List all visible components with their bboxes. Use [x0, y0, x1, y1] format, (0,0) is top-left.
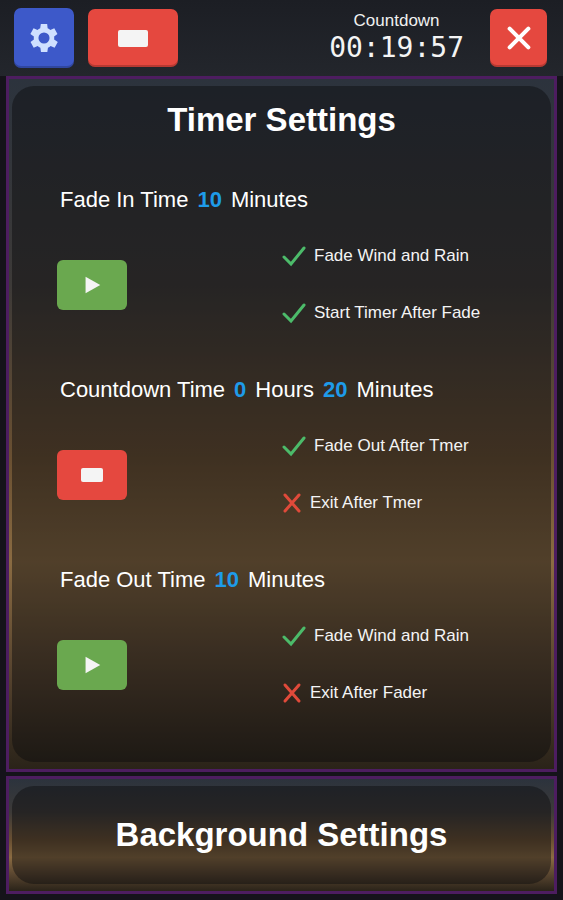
value[interactable]: 0 — [234, 377, 246, 403]
play-icon — [81, 654, 103, 676]
timer-settings-title: Timer Settings — [12, 100, 551, 140]
option-item[interactable]: Exit After Tmer — [282, 490, 551, 516]
cross-icon — [282, 682, 302, 704]
play-button[interactable] — [57, 260, 127, 310]
close-button[interactable] — [490, 9, 547, 67]
option-label: Fade Out After Tmer — [314, 436, 469, 456]
app-screen: Countdown00:19:57 Timer Settings Fade In T… — [0, 0, 563, 900]
section-content: Fade Wind and Rain Exit After Fader — [12, 623, 551, 706]
label-text: Countdown Time — [60, 377, 225, 403]
background-settings-title: Background Settings — [12, 815, 551, 855]
countdown: Countdown00:19:57 — [329, 11, 464, 65]
option-label: Start Timer After Fade — [314, 303, 480, 323]
option-list: Fade Wind and Rain Exit After Fader — [282, 623, 551, 706]
section-label: Countdown Time 0 Hours 20 Minutes — [12, 370, 551, 410]
timer-section: Fade Out Time 10 Minutes Fade Wind and Rain… — [12, 560, 551, 706]
section-label: Fade Out Time 10 Minutes — [12, 560, 551, 600]
play-button[interactable] — [57, 640, 127, 690]
timer-settings-panel: Timer SettingsFade In Time10MinutesFade … — [12, 86, 551, 762]
countdown-value: 00:19:57 — [329, 31, 464, 65]
option-item[interactable]: Fade Wind and Rain — [282, 243, 551, 269]
unit: Minutes — [357, 377, 434, 403]
background-settings-panel[interactable]: Background Settings — [12, 786, 551, 884]
value[interactable]: 10 — [197, 187, 221, 213]
option-item[interactable]: Fade Out After Tmer — [282, 433, 551, 459]
background-settings-frame: Background Settings — [6, 776, 557, 894]
check-icon — [282, 302, 306, 324]
close-icon — [505, 24, 533, 52]
label-text: Fade In Time — [60, 187, 188, 213]
option-item[interactable]: Start Timer After Fade — [282, 300, 551, 326]
play-icon — [81, 274, 103, 296]
stop-button[interactable] — [57, 450, 127, 500]
value[interactable]: 20 — [323, 377, 347, 403]
check-icon — [282, 435, 306, 457]
option-label: Fade Wind and Rain — [314, 246, 469, 266]
settings-button[interactable] — [14, 8, 74, 68]
option-list: Fade Out After Tmer Exit After Tmer — [282, 433, 551, 516]
stop-button[interactable] — [88, 9, 178, 67]
unit: Minutes — [231, 187, 308, 213]
value[interactable]: 10 — [215, 567, 239, 593]
unit: Hours — [255, 377, 314, 403]
option-item[interactable]: Fade Wind and Rain — [282, 623, 551, 649]
section-content: Fade Wind and Rain Start Timer After Fade — [12, 243, 551, 326]
timer-settings-frame: Timer SettingsFade In Time10MinutesFade … — [6, 76, 557, 772]
option-label: Exit After Tmer — [310, 493, 422, 513]
option-label: Fade Wind and Rain — [314, 626, 469, 646]
timer-section: Countdown Time 0 Hours 20 Minutes Fade Out Af… — [12, 370, 551, 516]
option-label: Exit After Fader — [310, 683, 427, 703]
option-item[interactable]: Exit After Fader — [282, 680, 551, 706]
stop-icon — [81, 468, 103, 482]
gear-icon — [25, 19, 63, 57]
stop-icon — [118, 30, 148, 47]
label-text: Fade Out Time — [60, 567, 206, 593]
option-list: Fade Wind and Rain Start Timer After Fade — [282, 243, 551, 326]
toolbar: Countdown00:19:57 — [0, 0, 563, 76]
check-icon — [282, 245, 306, 267]
countdown-label: Countdown — [354, 11, 440, 31]
cross-icon — [282, 492, 302, 514]
section-label: Fade In Time 10 Minutes — [12, 180, 551, 220]
check-icon — [282, 625, 306, 647]
section-content: Fade Out After Tmer Exit After Tmer — [12, 433, 551, 516]
unit: Minutes — [248, 567, 325, 593]
timer-section: Fade In Time 10 Minutes Fade Wind and Rain S… — [12, 180, 551, 326]
